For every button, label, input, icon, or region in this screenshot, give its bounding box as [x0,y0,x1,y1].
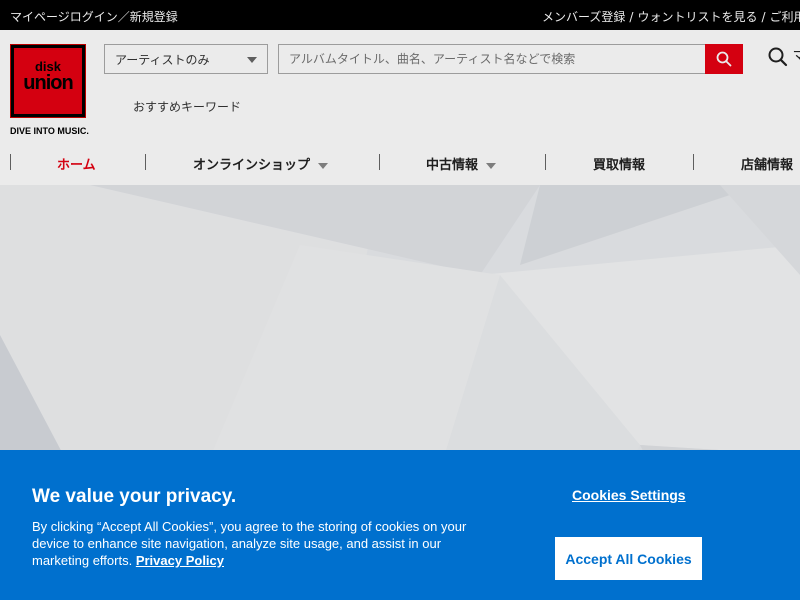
cookie-banner-body: By clicking “Accept All Cookies”, you ag… [32,519,467,568]
cookie-banner-text: By clicking “Accept All Cookies”, you ag… [32,518,482,569]
cookie-banner-title: We value your privacy. [32,486,237,507]
cookie-consent-banner: We value your privacy. By clicking “Acce… [0,450,800,600]
privacy-policy-link[interactable]: Privacy Policy [136,553,224,568]
cookies-settings-button[interactable]: Cookies Settings [572,487,686,503]
accept-all-cookies-button[interactable]: Accept All Cookies [555,537,702,580]
